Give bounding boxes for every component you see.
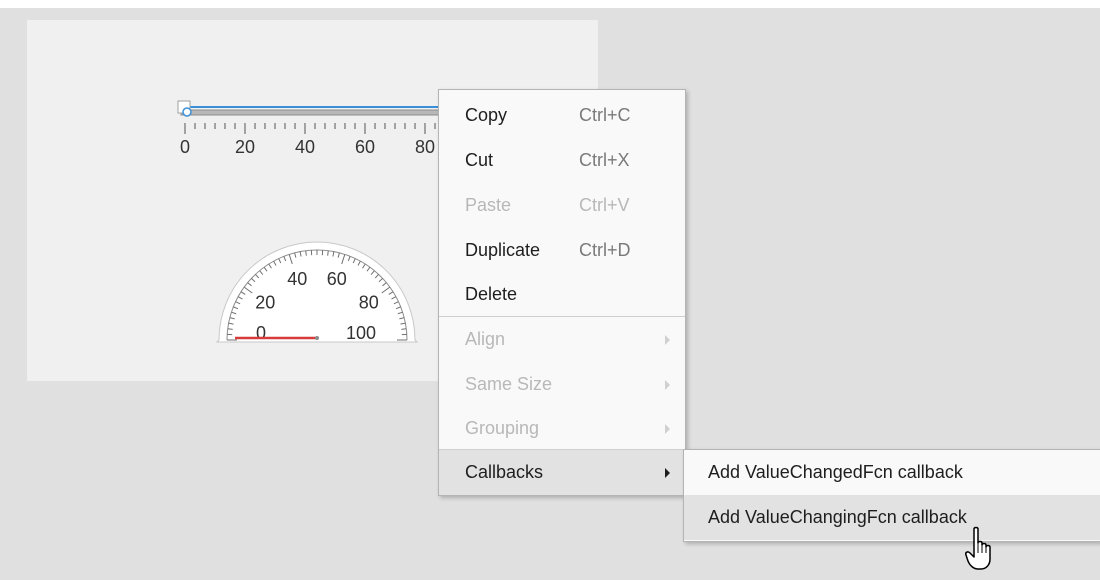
callbacks-submenu: Add ValueChangedFcn callback Add ValueCh…: [683, 449, 1100, 542]
menu-item-label: Same Size: [465, 374, 553, 394]
gauge-minor-tick: [305, 250, 307, 256]
menu-item-delete[interactable]: Delete: [439, 272, 685, 317]
menu-item-duplicate[interactable]: Duplicate Ctrl+D: [439, 228, 685, 273]
gauge-minor-tick: [327, 250, 329, 256]
gauge-tick-label: 0: [256, 323, 266, 343]
submenu-arrow-icon: [665, 424, 670, 434]
menu-item-same-size[interactable]: Same Size: [439, 362, 685, 407]
slider-component[interactable]: 0 20 40 60 80: [167, 78, 467, 178]
slider-tick-label: 20: [235, 137, 255, 157]
submenu-arrow-icon: [665, 380, 670, 390]
menu-item-paste[interactable]: Paste Ctrl+V: [439, 183, 685, 228]
slider-tick-label: 60: [355, 137, 375, 157]
slider-track: [180, 109, 466, 116]
menu-item-label: Delete: [465, 284, 518, 304]
gauge-tick-label: 100: [346, 323, 376, 343]
menu-item-label: Copy: [465, 105, 508, 125]
slider-tick-label: 80: [415, 137, 435, 157]
submenu-item-add-valuechangingfcn[interactable]: Add ValueChangingFcn callback: [684, 495, 1100, 540]
menu-item-label: Duplicate: [465, 240, 541, 260]
menu-item-cut[interactable]: Cut Ctrl+X: [439, 138, 685, 183]
top-strip: [0, 0, 1100, 8]
hand-pointer-icon: [965, 526, 991, 570]
menu-item-callbacks[interactable]: Callbacks: [439, 450, 685, 495]
menu-item-shortcut: Ctrl+V: [579, 195, 630, 215]
menu-item-label: Align: [465, 329, 506, 349]
menu-item-shortcut: Ctrl+X: [579, 150, 630, 170]
gauge-tick-label: 20: [255, 292, 275, 312]
slider-tick-label: 40: [295, 137, 315, 157]
gauge-frame: [215, 241, 419, 343]
gauge-component[interactable]: 0 20 40 60 80 100: [207, 190, 427, 350]
menu-item-shortcut: Ctrl+D: [579, 240, 631, 260]
gauge-pivot: [315, 336, 319, 340]
submenu-arrow-icon: [665, 335, 670, 345]
slider-thumb[interactable]: [182, 107, 192, 117]
submenu-item-label: Add ValueChangedFcn callback: [708, 462, 963, 482]
slider-tick-labels: 0 20 40 60 80: [180, 137, 435, 157]
submenu-item-label: Add ValueChangingFcn callback: [708, 507, 967, 527]
menu-item-label: Cut: [465, 150, 494, 170]
menu-item-copy[interactable]: Copy Ctrl+C: [439, 93, 685, 138]
gauge-tick-label: 80: [359, 292, 379, 312]
slider-minor-ticks: [194, 123, 456, 129]
gauge-minor-tick: [401, 328, 407, 330]
gauge-minor-tick: [227, 328, 233, 330]
context-menu: Copy Ctrl+C Cut Ctrl+X Paste Ctrl+V Dupl…: [438, 89, 686, 496]
gauge-tick-label: 40: [287, 269, 307, 289]
submenu-item-add-valuechangedfcn[interactable]: Add ValueChangedFcn callback: [684, 450, 1100, 495]
menu-item-label: Paste: [465, 195, 512, 215]
menu-item-align[interactable]: Align: [439, 317, 685, 362]
menu-item-label: Callbacks: [465, 462, 544, 482]
menu-item-grouping[interactable]: Grouping: [439, 406, 685, 451]
gauge-tick-label: 60: [327, 269, 347, 289]
menu-item-shortcut: Ctrl+C: [579, 105, 631, 125]
menu-item-label: Grouping: [465, 418, 540, 438]
submenu-arrow-icon: [665, 468, 670, 478]
slider-major-ticks: [184, 123, 426, 134]
slider-tick-label: 0: [180, 137, 190, 157]
